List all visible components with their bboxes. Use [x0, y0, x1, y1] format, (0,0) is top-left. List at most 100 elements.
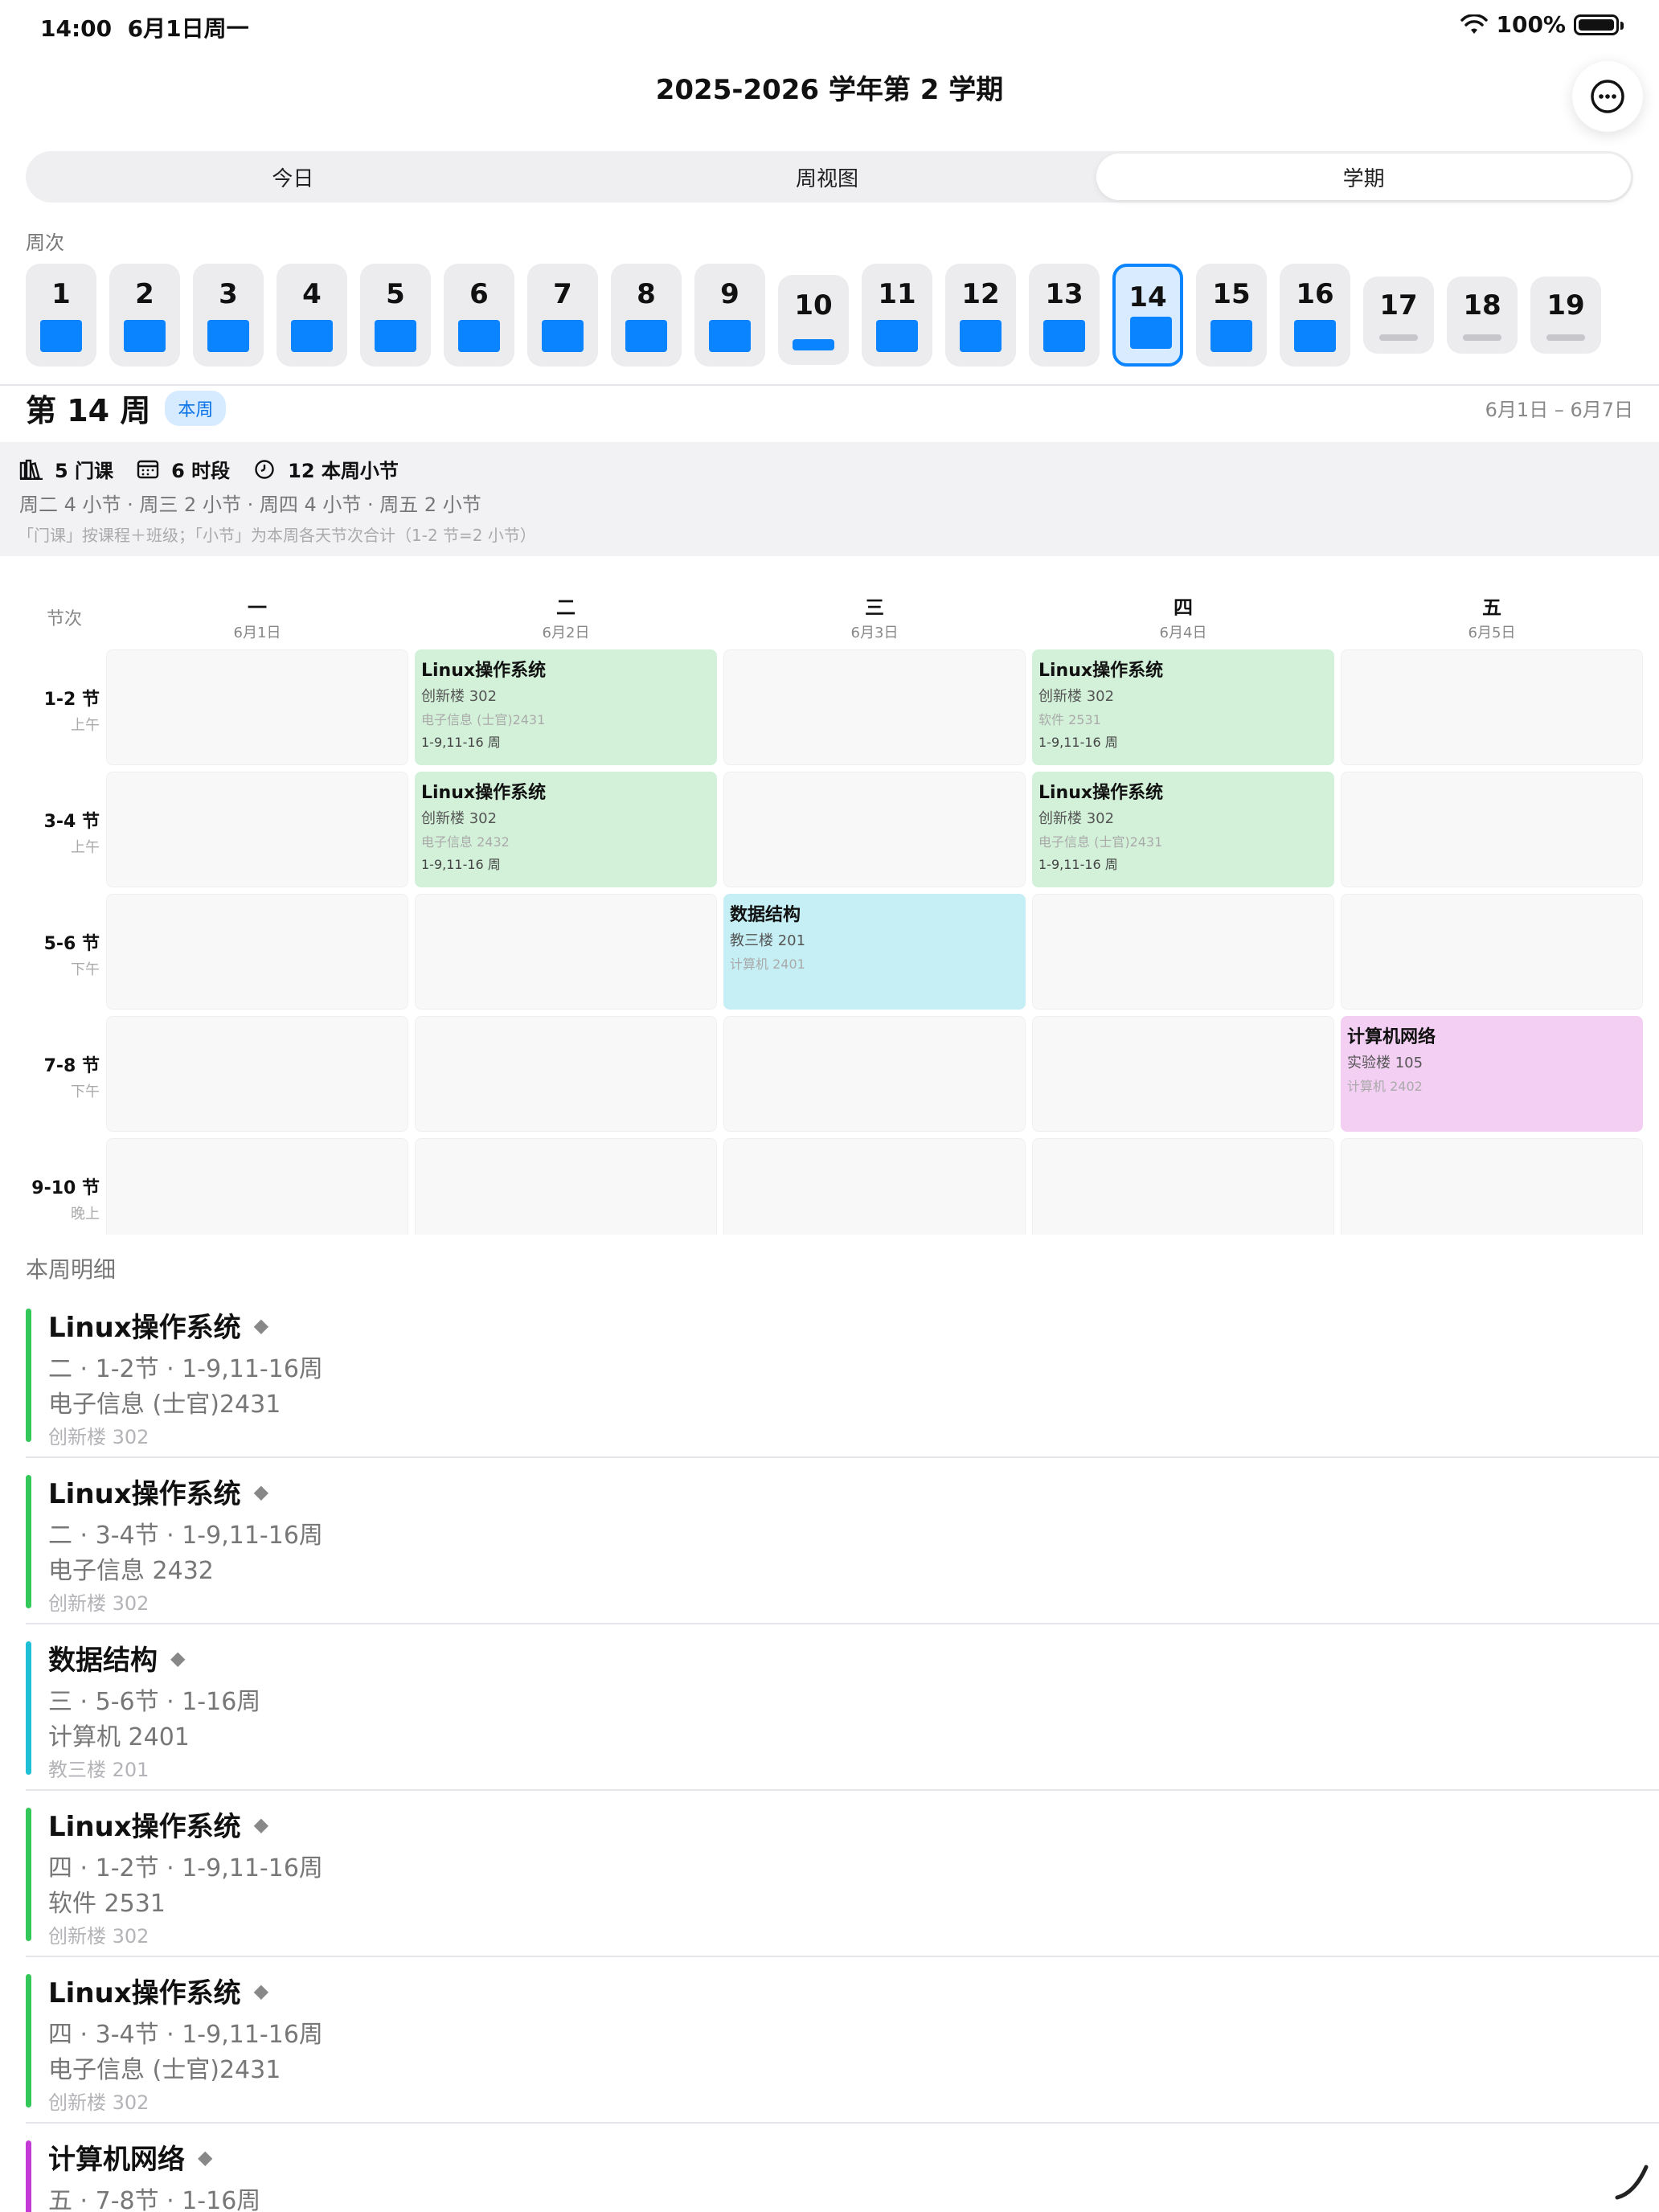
ellipsis-circle-icon [1591, 80, 1624, 113]
week-button-8[interactable]: 8 [611, 264, 682, 367]
course-class: 电子信息 2432 [421, 834, 510, 850]
detail-item[interactable]: Linux操作系统 ◆ 四 · 3-4节 · 1-9,11-16周 电子信息 (士官)… [26, 1958, 1659, 2124]
more-button[interactable] [1572, 61, 1643, 132]
period-label: 5-6 节下午 [0, 929, 100, 979]
course-block[interactable]: 数据结构 教三楼 201 计算机 2401 [723, 894, 1026, 1010]
course-class: 计算机 2401 [730, 956, 805, 972]
detail-course-name: 计算机网络 ◆ [48, 2137, 212, 2177]
week-header: 第 14 周 本周 [26, 386, 227, 430]
timetable-empty-cell[interactable] [415, 894, 717, 1010]
timetable-empty-cell[interactable] [1341, 894, 1643, 1010]
week-button-14[interactable]: 14 [1112, 264, 1183, 367]
detail-course-name: 数据结构 ◆ [48, 1638, 185, 1677]
week-button-4[interactable]: 4 [276, 264, 347, 367]
timetable-empty-cell[interactable] [723, 649, 1026, 765]
timetable-empty-cell[interactable] [106, 772, 408, 887]
day-date: 6月2日 [542, 625, 590, 641]
week-button-10[interactable]: 10 [778, 275, 849, 365]
detail-course-name: Linux操作系统 ◆ [48, 1971, 268, 2010]
week-load-indicator [542, 320, 584, 352]
battery-icon [1574, 14, 1624, 35]
week-load-indicator [1463, 334, 1501, 341]
timetable-empty-cell[interactable] [1341, 772, 1643, 887]
day-header-2: 二 6月2日 [415, 592, 717, 642]
course-room: 实验楼 105 [1347, 1055, 1423, 1071]
timetable-empty-cell[interactable] [1032, 1016, 1334, 1132]
week-number: 15 [1212, 278, 1251, 310]
week-number: 5 [386, 278, 405, 310]
timetable-empty-cell[interactable] [1341, 649, 1643, 765]
timetable-empty-cell[interactable] [723, 772, 1026, 887]
timetable-empty-cell[interactable] [1341, 1138, 1643, 1235]
detail-separator [26, 2122, 1659, 2124]
period-column-header: 节次 [47, 609, 83, 629]
weeks-label: 周次 [26, 231, 64, 254]
course-block[interactable]: Linux操作系统 创新楼 302 电子信息 (士官)2431 1-9,11-16 周 [415, 649, 717, 765]
week-button-15[interactable]: 15 [1196, 264, 1267, 367]
tab-semester[interactable]: 学期 [1096, 154, 1632, 200]
week-button-1[interactable]: 1 [26, 264, 96, 367]
week-number: 11 [878, 278, 916, 310]
week-button-2[interactable]: 2 [109, 264, 180, 367]
detail-item[interactable]: Linux操作系统 ◆ 二 · 3-4节 · 1-9,11-16周 电子信息 2432… [26, 1459, 1659, 1624]
course-block[interactable]: Linux操作系统 创新楼 302 电子信息 2432 1-9,11-16 周 [415, 772, 717, 887]
timetable-empty-cell[interactable] [723, 1138, 1026, 1235]
week-load-indicator [1379, 334, 1418, 341]
week-button-13[interactable]: 13 [1029, 264, 1100, 367]
week-load-indicator [40, 320, 82, 352]
detail-schedule: 三 · 5-6节 · 1-16周 [48, 1688, 261, 1716]
timetable-empty-cell[interactable] [723, 1016, 1026, 1132]
week-number: 10 [794, 289, 833, 322]
week-button-16[interactable]: 16 [1280, 264, 1350, 367]
day-date: 6月3日 [850, 625, 899, 641]
timetable-empty-cell[interactable] [106, 894, 408, 1010]
week-button-9[interactable]: 9 [694, 264, 765, 367]
week-number: 12 [961, 278, 1000, 310]
tab-week-view[interactable]: 周视图 [560, 151, 1095, 203]
detail-item[interactable]: 数据结构 ◆ 三 · 5-6节 · 1-16周 计算机 2401 教三楼 201 [26, 1625, 1659, 1791]
week-number: 7 [553, 278, 572, 310]
timetable-empty-cell[interactable] [415, 1016, 717, 1132]
detail-room: 教三楼 201 [48, 1759, 150, 1781]
course-color-bar [26, 2140, 31, 2212]
timetable-empty-cell[interactable] [1032, 894, 1334, 1010]
detail-class: 电子信息 2432 [48, 1557, 214, 1585]
timetable-empty-cell[interactable] [106, 1138, 408, 1235]
course-block[interactable]: 计算机网络 实验楼 105 计算机 2402 [1341, 1016, 1643, 1132]
tab-today[interactable]: 今日 [26, 151, 560, 203]
timetable-empty-cell[interactable] [106, 1016, 408, 1132]
detail-item[interactable]: Linux操作系统 ◆ 四 · 1-2节 · 1-9,11-16周 软件 2531 创新… [26, 1792, 1659, 1957]
timetable-empty-cell[interactable] [415, 1138, 717, 1235]
books-icon [19, 459, 43, 480]
week-button-5[interactable]: 5 [360, 264, 431, 367]
week-load-indicator [458, 320, 500, 352]
course-block[interactable]: Linux操作系统 创新楼 302 软件 2531 1-9,11-16 周 [1032, 649, 1334, 765]
week-load-indicator [291, 320, 333, 352]
week-button-17[interactable]: 17 [1363, 276, 1434, 354]
timetable-empty-cell[interactable] [106, 649, 408, 765]
course-room: 创新楼 302 [421, 688, 498, 705]
week-selector: 1 2 3 4 5 6 7 8 9 10 11 12 13 14 15 16 17 18 19 [26, 264, 1601, 367]
course-block[interactable]: Linux操作系统 创新楼 302 电子信息 (士官)2431 1-9,11-16 周 [1032, 772, 1334, 887]
week-number: 16 [1296, 278, 1334, 310]
week-button-11[interactable]: 11 [862, 264, 932, 367]
current-week-badge: 本周 [165, 390, 227, 426]
week-button-18[interactable]: 18 [1447, 276, 1518, 354]
timetable-empty-cell[interactable] [1032, 1138, 1334, 1235]
week-button-6[interactable]: 6 [444, 264, 514, 367]
detail-room: 创新楼 302 [48, 1426, 150, 1448]
week-load-indicator [207, 320, 249, 352]
details-heading: 本周明细 [26, 1256, 117, 1283]
detail-name-text: Linux操作系统 [48, 1478, 241, 1510]
week-number: 19 [1546, 289, 1585, 322]
week-button-3[interactable]: 3 [193, 264, 264, 367]
week-button-7[interactable]: 7 [527, 264, 598, 367]
detail-item[interactable]: 计算机网络 ◆ 五 · 7-8节 · 1-16周 [26, 2124, 1659, 2212]
day-header-1: 一 6月1日 [106, 592, 408, 642]
week-button-19[interactable]: 19 [1530, 276, 1601, 354]
detail-separator [26, 1623, 1659, 1624]
detail-item[interactable]: Linux操作系统 ◆ 二 · 1-2节 · 1-9,11-16周 电子信息 (士官)… [26, 1292, 1659, 1458]
week-button-12[interactable]: 12 [945, 264, 1016, 367]
detail-separator [26, 1789, 1659, 1791]
detail-room: 创新楼 302 [48, 2091, 150, 2114]
